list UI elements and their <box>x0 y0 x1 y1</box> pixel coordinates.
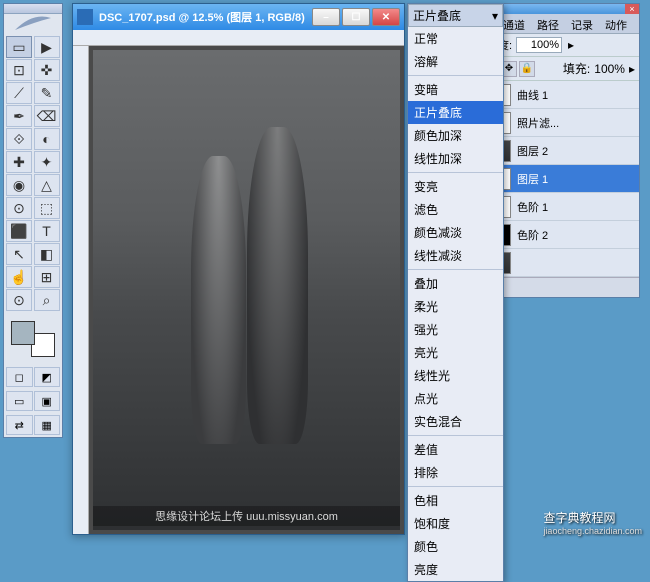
canvas[interactable]: 思缘设计论坛上传 uuu.missyuan.com <box>89 46 404 534</box>
tool-4[interactable]: ⟋ <box>6 82 32 104</box>
blend-mode-dropdown: 正片叠底 ▾ 正常溶解变暗正片叠底颜色加深线性加深变亮滤色颜色减淡线性减淡叠加柔… <box>407 3 504 582</box>
blend-mode-option[interactable]: 实色混合 <box>408 410 503 433</box>
tool-18[interactable]: ↖ <box>6 243 32 265</box>
blend-mode-option[interactable]: 柔光 <box>408 295 503 318</box>
blend-mode-option[interactable]: 变暗 <box>408 78 503 101</box>
tool-14[interactable]: ⊙ <box>6 197 32 219</box>
tool-0[interactable]: ▭ <box>6 36 32 58</box>
ruler-vertical <box>73 46 89 534</box>
quickmask-off[interactable]: ◻ <box>6 367 33 387</box>
photo-watermark: 思缘设计论坛上传 uuu.missyuan.com <box>93 506 400 526</box>
screenmode-1[interactable]: ▭ <box>6 391 33 411</box>
photo-content: 思缘设计论坛上传 uuu.missyuan.com <box>93 50 400 530</box>
tool-16[interactable]: ⬛ <box>6 220 32 242</box>
blend-mode-option[interactable]: 颜色加深 <box>408 124 503 147</box>
tool-3[interactable]: ✜ <box>34 59 60 81</box>
tool-20[interactable]: ☝ <box>6 266 32 288</box>
blend-mode-option[interactable]: 强光 <box>408 318 503 341</box>
tool-1[interactable]: ▶ <box>34 36 60 58</box>
blend-mode-option[interactable]: 滤色 <box>408 198 503 221</box>
tool-12[interactable]: ◉ <box>6 174 32 196</box>
tool-13[interactable]: △ <box>34 174 60 196</box>
blend-mode-option[interactable]: 点光 <box>408 387 503 410</box>
panel-tab[interactable]: 路径 <box>531 14 565 33</box>
tool-5[interactable]: ✎ <box>34 82 60 104</box>
toolbox: ▭▶⊡✜⟋✎✒⌫⟐◐✚✦◉△⊙⬚⬛T↖◧☝⊞⊙⌕ ◻ ◩ ▭ ▣ ⇄ ▦ <box>3 3 63 438</box>
layer-name: 图层 1 <box>515 171 639 187</box>
quickmask-on[interactable]: ◩ <box>34 367 61 387</box>
tool-10[interactable]: ✚ <box>6 151 32 173</box>
document-window: DSC_1707.psd @ 12.5% (图层 1, RGB/8) – ☐ ✕… <box>72 3 405 535</box>
tool-8[interactable]: ⟐ <box>6 128 32 150</box>
app-feather-icon <box>4 14 62 34</box>
blend-mode-option[interactable]: 线性减淡 <box>408 244 503 267</box>
panel-tab[interactable]: 记录 <box>565 14 599 33</box>
tools-grid: ▭▶⊡✜⟋✎✒⌫⟐◐✚✦◉△⊙⬚⬛T↖◧☝⊞⊙⌕ <box>4 34 62 313</box>
tool-22[interactable]: ⊙ <box>6 289 32 311</box>
ruler-horizontal <box>73 30 404 46</box>
tool-21[interactable]: ⊞ <box>34 266 60 288</box>
toolbox-header <box>4 4 62 14</box>
screenmode-3[interactable]: ▦ <box>34 415 61 435</box>
layer-name: 曲线 1 <box>515 87 639 103</box>
foreground-color[interactable] <box>11 321 35 345</box>
blend-mode-option[interactable]: 色相 <box>408 489 503 512</box>
layer-name: 照片滤... <box>515 115 639 131</box>
color-picker <box>4 313 62 365</box>
blend-mode-option[interactable]: 叠加 <box>408 272 503 295</box>
minimize-button[interactable]: – <box>312 8 340 26</box>
tool-17[interactable]: T <box>34 220 60 242</box>
blend-mode-option[interactable]: 正片叠底 <box>408 101 503 124</box>
document-titlebar[interactable]: DSC_1707.psd @ 12.5% (图层 1, RGB/8) – ☐ ✕ <box>73 4 404 30</box>
maximize-button[interactable]: ☐ <box>342 8 370 26</box>
opacity-drop-icon[interactable]: ▸ <box>566 38 576 52</box>
blend-mode-current[interactable]: 正片叠底 ▾ <box>408 4 503 27</box>
tool-9[interactable]: ◐ <box>34 128 60 150</box>
blend-mode-option[interactable]: 颜色 <box>408 535 503 558</box>
chevron-down-icon: ▾ <box>492 9 498 23</box>
blend-mode-option[interactable]: 差值 <box>408 438 503 461</box>
document-title: DSC_1707.psd @ 12.5% (图层 1, RGB/8) <box>99 9 312 25</box>
opacity-value[interactable]: 100% <box>516 37 562 53</box>
close-button[interactable]: ✕ <box>372 8 400 26</box>
blend-mode-option[interactable]: 亮光 <box>408 341 503 364</box>
blend-mode-list: 正常溶解变暗正片叠底颜色加深线性加深变亮滤色颜色减淡线性减淡叠加柔光强光亮光线性… <box>408 27 503 581</box>
blend-mode-option[interactable]: 线性加深 <box>408 147 503 170</box>
color-swatches[interactable] <box>11 321 55 357</box>
blend-mode-option[interactable]: 正常 <box>408 27 503 50</box>
panel-close-icon[interactable]: × <box>625 4 639 14</box>
screenmode-2[interactable]: ▣ <box>34 391 61 411</box>
tool-7[interactable]: ⌫ <box>34 105 60 127</box>
blend-mode-option[interactable]: 变亮 <box>408 175 503 198</box>
tool-19[interactable]: ◧ <box>34 243 60 265</box>
blend-mode-option[interactable]: 饱和度 <box>408 512 503 535</box>
layer-name: 图层 2 <box>515 143 639 159</box>
lock-all-icon[interactable]: 🔒 <box>519 61 535 77</box>
blend-mode-option[interactable]: 颜色减淡 <box>408 221 503 244</box>
tool-6[interactable]: ✒ <box>6 105 32 127</box>
fill-drop-icon[interactable]: ▸ <box>629 62 635 76</box>
tool-23[interactable]: ⌕ <box>34 289 60 311</box>
document-icon <box>77 9 93 25</box>
blend-mode-option[interactable]: 溶解 <box>408 50 503 73</box>
fill-value[interactable]: 100% <box>594 62 625 76</box>
blend-mode-current-label: 正片叠底 <box>413 7 461 24</box>
blend-mode-option[interactable]: 排除 <box>408 461 503 484</box>
layer-name: 色阶 2 <box>515 227 639 243</box>
blend-mode-option[interactable]: 线性光 <box>408 364 503 387</box>
blend-mode-option[interactable]: 亮度 <box>408 558 503 581</box>
tool-2[interactable]: ⊡ <box>6 59 32 81</box>
layer-name: 色阶 1 <box>515 199 639 215</box>
panel-tab[interactable]: 动作 <box>599 14 633 33</box>
page-watermark: 查字典教程网 jiaocheng.chazidian.com <box>543 509 642 536</box>
jump-to[interactable]: ⇄ <box>6 415 33 435</box>
tool-15[interactable]: ⬚ <box>34 197 60 219</box>
fill-label: 填充: <box>563 60 590 77</box>
tool-11[interactable]: ✦ <box>34 151 60 173</box>
